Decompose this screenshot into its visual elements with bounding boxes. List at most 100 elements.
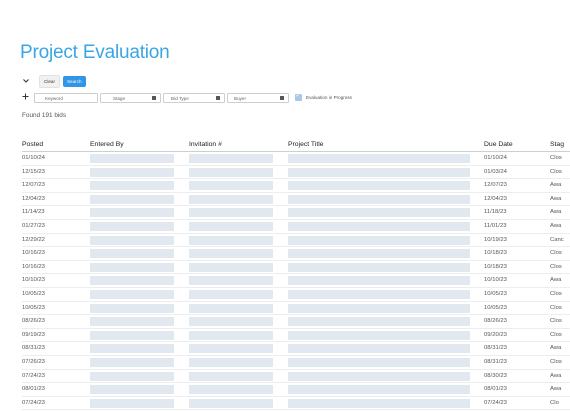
- cell-due-date: 01/10/24: [484, 155, 507, 161]
- cell-invitation-redacted: [189, 154, 273, 163]
- table-row[interactable]: 08/26/23 08/26/23 Clos: [22, 315, 570, 329]
- column-header-posted[interactable]: Posted: [22, 141, 43, 148]
- cell-invitation-redacted: [189, 317, 273, 327]
- cell-entered-by-redacted: [90, 371, 174, 381]
- cell-invitation-redacted: [189, 249, 273, 259]
- table-row[interactable]: 07/24/23 07/24/23 Clo: [22, 397, 570, 411]
- cell-entered-by-redacted: [90, 208, 174, 218]
- table-row[interactable]: 09/19/23 09/20/23 Clos: [22, 329, 570, 343]
- stage-placeholder: Stage: [113, 95, 126, 101]
- table-row[interactable]: 07/24/23 08/30/23 Awa: [22, 370, 570, 384]
- cell-due-date: 09/20/23: [484, 331, 507, 338]
- cell-invitation-redacted: [189, 194, 273, 204]
- table-row[interactable]: 12/29/22 10/19/23 Canc: [22, 234, 570, 248]
- bid-type-select[interactable]: Bid Type: [163, 92, 225, 103]
- cell-posted: 10/16/23: [22, 250, 45, 257]
- cell-stage: Awa: [550, 277, 562, 284]
- cell-stage: Clos: [550, 331, 562, 338]
- table-row[interactable]: 10/05/23 10/05/23 Clos: [22, 302, 570, 316]
- table-row[interactable]: 11/14/23 11/18/23 Awa: [22, 206, 570, 220]
- cell-project-title-redacted: [288, 330, 470, 340]
- cell-project-title-redacted: [288, 344, 470, 354]
- column-header-due-date[interactable]: Due Date: [484, 141, 513, 148]
- cell-entered-by-redacted: [90, 249, 174, 259]
- cell-entered-by-redacted: [90, 344, 174, 354]
- table-row[interactable]: 01/27/23 11/01/23 Awa: [22, 220, 570, 234]
- keyword-placeholder: Keyword: [45, 95, 63, 101]
- table-row[interactable]: 10/16/23 10/18/23 Clos: [22, 247, 570, 261]
- bid-type-placeholder: Bid Type: [171, 95, 189, 101]
- cell-invitation-redacted: [189, 289, 273, 299]
- chevron-down-icon[interactable]: [22, 77, 30, 85]
- cell-invitation-redacted: [189, 262, 273, 272]
- table-row[interactable]: 12/04/23 12/04/23 Awa: [22, 193, 570, 207]
- cell-entered-by-redacted: [90, 398, 174, 408]
- table-row[interactable]: 01/10/24 01/10/24 Clos: [22, 152, 570, 166]
- table-row[interactable]: 12/07/23 12/07/23 Awa: [22, 179, 570, 193]
- buyer-select[interactable]: Buyer: [227, 92, 289, 103]
- cell-stage: Clos: [550, 304, 562, 311]
- cell-posted: 08/31/23: [22, 345, 45, 352]
- cell-posted: 01/10/24: [22, 155, 45, 161]
- cell-entered-by-redacted: [90, 385, 174, 395]
- cell-posted: 12/07/23: [22, 182, 45, 189]
- calendar-icon: [152, 95, 156, 100]
- evaluation-checkbox[interactable]: ✓: [295, 93, 302, 101]
- cell-project-title-redacted: [288, 398, 470, 408]
- cell-entered-by-redacted: [90, 181, 174, 191]
- cell-project-title-redacted: [288, 181, 470, 191]
- cell-due-date: 10/10/23: [484, 277, 507, 284]
- cell-invitation-redacted: [189, 385, 273, 395]
- column-header-invitation[interactable]: Invitation #: [189, 141, 222, 148]
- toolbar: Clear Search: [22, 74, 86, 88]
- cell-due-date: 10/18/23: [484, 263, 507, 270]
- cell-due-date: 10/05/23: [484, 290, 507, 297]
- cell-stage: Clos: [550, 250, 562, 257]
- cell-project-title-redacted: [288, 289, 470, 299]
- cell-stage: Awa: [550, 209, 562, 216]
- table-row[interactable]: 12/15/23 01/03/24 Clos: [22, 166, 570, 180]
- cell-project-title-redacted: [288, 357, 470, 367]
- cell-invitation-redacted: [189, 221, 273, 231]
- cell-entered-by-redacted: [90, 289, 174, 299]
- cell-entered-by-redacted: [90, 330, 174, 340]
- cell-posted: 07/24/23: [22, 399, 45, 406]
- table-row[interactable]: 10/16/23 10/18/23 Clos: [22, 261, 570, 275]
- plus-icon[interactable]: [22, 93, 30, 103]
- stage-select[interactable]: Stage: [100, 92, 161, 103]
- keyword-input[interactable]: Keyword: [34, 92, 98, 103]
- cell-stage: Canc: [550, 236, 564, 243]
- column-header-project-title[interactable]: Project Title: [288, 141, 324, 148]
- table-row[interactable]: 10/05/23 10/05/23 Clos: [22, 288, 570, 302]
- table-header: Posted Entered By Invitation # Project T…: [22, 139, 570, 152]
- table-body: 01/10/24 01/10/24 Clos 12/15/23 01/03/24 Clos…: [22, 152, 570, 411]
- cell-posted: 01/27/23: [22, 222, 45, 229]
- cell-invitation-redacted: [189, 208, 273, 218]
- cell-entered-by-redacted: [90, 276, 174, 286]
- cell-stage: Clo: [550, 399, 559, 406]
- cell-entered-by-redacted: [90, 317, 174, 327]
- cell-entered-by-redacted: [90, 262, 174, 272]
- cell-posted: 08/01/23: [22, 386, 45, 393]
- cell-due-date: 10/18/23: [484, 250, 507, 257]
- cell-posted: 10/05/23: [22, 304, 45, 311]
- cell-due-date: 10/19/23: [484, 236, 507, 243]
- column-header-entered-by[interactable]: Entered By: [90, 141, 124, 148]
- clear-button[interactable]: Clear: [39, 74, 60, 88]
- cell-due-date: 11/01/23: [484, 222, 507, 229]
- cell-stage: Awa: [550, 345, 562, 352]
- cell-project-title-redacted: [288, 194, 470, 204]
- cell-stage: Awa: [550, 372, 562, 379]
- table-row[interactable]: 10/10/23 10/10/23 Awa: [22, 274, 570, 288]
- cell-due-date: 08/26/23: [484, 318, 507, 325]
- table-row[interactable]: 07/26/23 08/31/23 Clos: [22, 356, 570, 370]
- cell-stage: Awa: [550, 182, 562, 189]
- cell-project-title-redacted: [288, 249, 470, 259]
- column-header-stage[interactable]: Stag: [550, 141, 564, 148]
- cell-project-title-redacted: [288, 385, 470, 395]
- cell-invitation-redacted: [189, 330, 273, 340]
- table-row[interactable]: 08/31/23 08/31/23 Awa: [22, 342, 570, 356]
- search-button[interactable]: Search: [62, 75, 86, 87]
- cell-posted: 11/14/23: [22, 209, 45, 216]
- table-row[interactable]: 08/01/23 08/01/23 Awa: [22, 383, 570, 397]
